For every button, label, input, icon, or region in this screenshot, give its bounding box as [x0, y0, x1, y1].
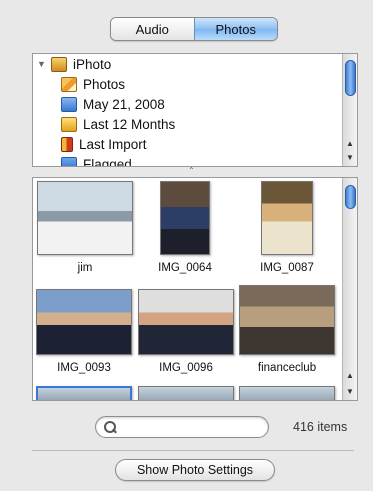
photo-caption: IMG_0087 [260, 262, 314, 274]
source-item-label: Flagged [83, 156, 132, 167]
photo-grid-scrollbar[interactable]: ▲ ▼ [342, 178, 357, 400]
photo-caption: IMG_0096 [159, 362, 213, 374]
photo-search-field[interactable] [95, 416, 269, 438]
source-item-iphoto[interactable]: ▼ iPhoto [37, 54, 111, 74]
scroll-up-arrow-icon[interactable]: ▲ [343, 368, 357, 382]
scroll-thumb[interactable] [345, 60, 356, 96]
iphoto-icon [51, 56, 67, 72]
photo-thumbnail[interactable] [36, 289, 132, 355]
photo-thumbnail[interactable] [239, 285, 335, 355]
event-icon [61, 96, 77, 112]
photos-tab[interactable]: Photos [193, 18, 277, 40]
search-icon [104, 420, 117, 434]
photo-thumbnail[interactable] [138, 386, 234, 400]
flag-icon [61, 156, 77, 166]
calendar-icon [61, 116, 77, 132]
photo-caption: financeclub [257, 362, 317, 374]
source-item-label: Last 12 Months [83, 116, 176, 132]
source-item-label: May 21, 2008 [83, 96, 165, 112]
photo-thumbnail[interactable] [261, 181, 313, 255]
media-type-segmented-control: Audio Photos [110, 17, 278, 41]
source-item-flagged[interactable]: Flagged [61, 154, 132, 167]
photo-caption: IMG_0064 [158, 262, 212, 274]
audio-tab[interactable]: Audio [111, 18, 194, 40]
source-item-label: Photos [83, 76, 126, 92]
disclosure-triangle-icon[interactable]: ▼ [37, 59, 47, 69]
photo-thumbnail[interactable] [239, 386, 335, 400]
item-count: 416 items [293, 420, 348, 434]
source-item-label: Last Import [79, 136, 147, 152]
photo-caption: IMG_0093 [57, 362, 111, 374]
scroll-thumb[interactable] [345, 185, 356, 209]
source-item-last-import[interactable]: Last Import [61, 134, 147, 154]
split-handle-icon[interactable]: ⌃ [188, 166, 195, 175]
photo-thumbnail[interactable] [36, 386, 132, 400]
source-list-scrollbar[interactable]: ▲ ▼ [342, 54, 357, 166]
photos-icon [61, 76, 77, 92]
source-list: ▼ iPhoto Photos May 21, 2008 Last 12 Mon… [32, 53, 358, 167]
photo-thumbnail[interactable] [37, 181, 133, 255]
scroll-down-arrow-icon[interactable]: ▼ [343, 150, 357, 164]
scroll-up-arrow-icon[interactable]: ▲ [343, 136, 357, 150]
photo-grid: jim IMG_0064 IMG_0087 IMG_0093 IMG_0096 … [32, 177, 358, 401]
source-item-label: iPhoto [73, 56, 112, 72]
import-icon [61, 136, 73, 152]
show-photo-settings-button[interactable]: Show Photo Settings [115, 459, 275, 481]
source-item-last-12-months[interactable]: Last 12 Months [61, 114, 175, 134]
search-input[interactable] [121, 420, 261, 434]
source-item-photos[interactable]: Photos [61, 74, 125, 94]
photo-thumbnail[interactable] [138, 289, 234, 355]
scroll-down-arrow-icon[interactable]: ▼ [343, 384, 357, 398]
photo-thumbnail[interactable] [160, 181, 210, 255]
photo-caption: jim [77, 262, 93, 274]
divider [32, 450, 354, 451]
source-item-event[interactable]: May 21, 2008 [61, 94, 165, 114]
